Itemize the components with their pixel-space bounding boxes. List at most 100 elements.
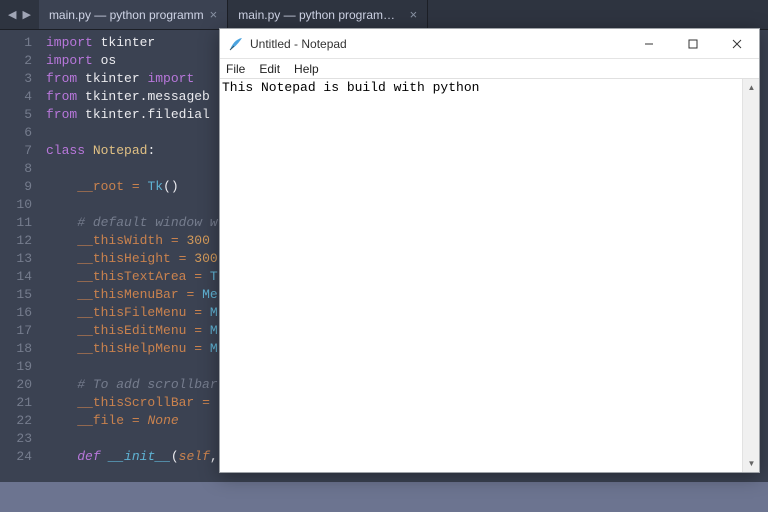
punct: () — [163, 179, 179, 194]
tab-next-icon[interactable]: ▶ — [20, 8, 32, 21]
attr: __thisHeight — [77, 251, 171, 266]
line-number: 14 — [6, 268, 32, 286]
notepad-body: This Notepad is build with python ▲ ▼ — [220, 79, 759, 472]
keyword: from — [46, 71, 77, 86]
scrollbar[interactable]: ▲ ▼ — [742, 79, 759, 472]
fn-name: __init__ — [108, 449, 170, 464]
punct: : — [147, 143, 155, 158]
line-number: 13 — [6, 250, 32, 268]
classname: Notepad — [93, 143, 148, 158]
op: = — [171, 233, 179, 248]
op: = — [194, 305, 202, 320]
minimize-button[interactable] — [627, 29, 671, 59]
line-number: 21 — [6, 394, 32, 412]
attr: __thisScrollBar — [77, 395, 194, 410]
keyword: import — [46, 35, 93, 50]
line-number: 20 — [6, 376, 32, 394]
op: = — [132, 179, 140, 194]
keyword: import — [147, 71, 194, 86]
notepad-titlebar[interactable]: Untitled - Notepad — [220, 29, 759, 59]
line-number: 10 — [6, 196, 32, 214]
menu-file[interactable]: File — [226, 62, 245, 76]
keyword: class — [46, 143, 85, 158]
fn: M — [210, 305, 218, 320]
scroll-up-icon[interactable]: ▲ — [743, 79, 760, 96]
line-number: 12 — [6, 232, 32, 250]
identifier: tkinter.messageb — [85, 89, 210, 104]
notepad-textarea[interactable]: This Notepad is build with python — [220, 79, 742, 472]
notepad-menubar: File Edit Help — [220, 59, 759, 79]
close-icon[interactable]: × — [210, 7, 218, 22]
maximize-button[interactable] — [671, 29, 715, 59]
line-number: 16 — [6, 304, 32, 322]
line-number: 8 — [6, 160, 32, 178]
identifier: tkinter — [101, 35, 156, 50]
attr: __thisWidth — [77, 233, 163, 248]
fn: M — [210, 323, 218, 338]
editor-tab-label: main.py — python programm\MarioPygame-@c… — [238, 8, 403, 22]
close-icon[interactable]: × — [410, 7, 418, 22]
close-button[interactable] — [715, 29, 759, 59]
feather-icon — [228, 36, 244, 52]
keyword: def — [77, 449, 100, 464]
op: = — [194, 269, 202, 284]
editor-status-bar — [0, 482, 768, 512]
editor-tab-1[interactable]: main.py — python programm\MarioPygame-@c… — [228, 0, 428, 29]
line-number: 6 — [6, 124, 32, 142]
keyword-none: None — [147, 413, 178, 428]
keyword: import — [46, 53, 93, 68]
attr: __thisEditMenu — [77, 323, 186, 338]
keyword: from — [46, 89, 77, 104]
line-number-gutter: 1 2 3 4 5 6 7 8 9 10 11 12 13 14 15 16 1… — [0, 30, 40, 482]
line-number: 9 — [6, 178, 32, 196]
scroll-down-icon[interactable]: ▼ — [743, 455, 760, 472]
tab-nav-arrows: ◀ ▶ — [0, 0, 39, 29]
notepad-title: Untitled - Notepad — [250, 37, 627, 51]
editor-tab-0[interactable]: main.py — python programm × — [39, 0, 228, 29]
window-controls — [627, 29, 759, 59]
menu-edit[interactable]: Edit — [259, 62, 280, 76]
number: 300 — [194, 251, 217, 266]
fn: Me — [202, 287, 218, 302]
fn: Tk — [147, 179, 163, 194]
line-number: 1 — [6, 34, 32, 52]
line-number: 5 — [6, 106, 32, 124]
editor-tab-label: main.py — python programm — [49, 8, 204, 22]
attr: __thisFileMenu — [77, 305, 186, 320]
attr: __thisMenuBar — [77, 287, 178, 302]
attr: __thisHelpMenu — [77, 341, 186, 356]
op: = — [132, 413, 140, 428]
notepad-window: Untitled - Notepad File Edit Help This N… — [219, 28, 760, 473]
line-number: 2 — [6, 52, 32, 70]
line-number: 4 — [6, 88, 32, 106]
line-number: 19 — [6, 358, 32, 376]
comment: # To add scrollbar — [77, 377, 217, 392]
fn: M — [210, 341, 218, 356]
line-number: 22 — [6, 412, 32, 430]
punct: , — [210, 449, 218, 464]
comment: # default window w — [77, 215, 217, 230]
op: = — [202, 395, 210, 410]
punct: ( — [171, 449, 179, 464]
identifier: os — [101, 53, 117, 68]
attr: __root — [77, 179, 124, 194]
identifier: tkinter — [85, 71, 140, 86]
attr: __file — [77, 413, 124, 428]
line-number: 24 — [6, 448, 32, 466]
op: = — [194, 341, 202, 356]
op: = — [179, 251, 187, 266]
op: = — [186, 287, 194, 302]
number: 300 — [186, 233, 209, 248]
attr: __thisTextArea — [77, 269, 186, 284]
line-number: 23 — [6, 430, 32, 448]
line-number: 17 — [6, 322, 32, 340]
line-number: 11 — [6, 214, 32, 232]
line-number: 7 — [6, 142, 32, 160]
tab-prev-icon[interactable]: ◀ — [6, 8, 18, 21]
menu-help[interactable]: Help — [294, 62, 319, 76]
line-number: 15 — [6, 286, 32, 304]
op: = — [194, 323, 202, 338]
identifier: tkinter.filedial — [85, 107, 210, 122]
line-number: 3 — [6, 70, 32, 88]
keyword: from — [46, 107, 77, 122]
